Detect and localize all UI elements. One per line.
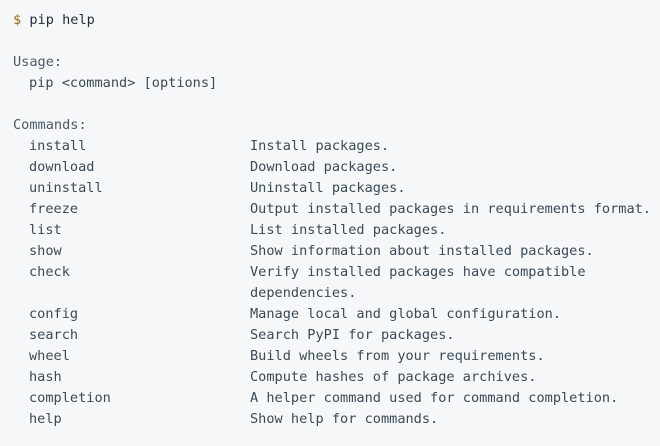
- command-name: freeze: [29, 201, 79, 217]
- command-description: Uninstall packages.: [250, 180, 406, 196]
- command-description: Build wheels from your requirements.: [250, 348, 545, 364]
- command-description: Install packages.: [250, 138, 390, 154]
- usage-heading: Usage:: [13, 54, 63, 70]
- command-description-continuation: dependencies.: [250, 285, 357, 301]
- prompt-symbol: $: [13, 12, 22, 28]
- command-name: uninstall: [29, 180, 103, 196]
- usage-syntax: pip <command> [options]: [29, 75, 218, 91]
- prompt-line: $ pip help: [13, 10, 647, 31]
- command-row-search: search Search PyPI for packages.: [13, 325, 647, 346]
- typed-command: pip help: [29, 12, 95, 28]
- command-row-show: show Show information about installed pa…: [13, 241, 647, 262]
- commands-heading: Commands:: [13, 117, 87, 133]
- command-description: Show help for commands.: [250, 411, 439, 427]
- command-description: A helper command used for command comple…: [250, 390, 619, 406]
- command-description: Show information about installed package…: [250, 243, 594, 259]
- commands-list: install Install packages. download Downl…: [13, 136, 651, 430]
- command-row-help: help Show help for commands.: [13, 409, 647, 430]
- command-row-list: list List installed packages.: [13, 220, 647, 241]
- command-row-completion: completion A helper command used for com…: [13, 388, 647, 409]
- command-name: help: [29, 411, 62, 427]
- command-row-download: download Download packages.: [13, 157, 647, 178]
- command-row-uninstall: uninstall Uninstall packages.: [13, 178, 647, 199]
- command-description-line: Verify installed packages have compatibl…: [250, 264, 586, 280]
- command-description: Compute hashes of package archives.: [250, 369, 537, 385]
- command-name: list: [29, 222, 62, 238]
- command-row-hash: hash Compute hashes of package archives.: [13, 367, 647, 388]
- command-row-install: install Install packages.: [13, 136, 647, 157]
- command-description: Output installed packages in requirement…: [250, 201, 652, 217]
- command-name: show: [29, 243, 62, 259]
- terminal-output: $ pip help Usage: pip <command> [options…: [0, 0, 660, 446]
- command-name: wheel: [29, 348, 70, 364]
- command-row-wheel: wheel Build wheels from your requirement…: [13, 346, 647, 367]
- command-name: hash: [29, 369, 62, 385]
- command-name: check: [29, 264, 70, 280]
- command-description: Search PyPI for packages.: [250, 327, 455, 343]
- command-description: Manage local and global configuration.: [250, 306, 561, 322]
- command-name: config: [29, 306, 79, 322]
- command-description: List installed packages.: [250, 222, 447, 238]
- command-name: completion: [29, 390, 111, 406]
- command-description: Verify installed packages have compatibl…: [250, 262, 647, 304]
- command-name: search: [29, 327, 79, 343]
- command-name: download: [29, 159, 95, 175]
- command-row-config: config Manage local and global configura…: [13, 304, 647, 325]
- command-description: Download packages.: [250, 159, 398, 175]
- command-row-freeze: freeze Output installed packages in requ…: [13, 199, 651, 220]
- command-row-check: check Verify installed packages have com…: [13, 262, 647, 304]
- command-name: install: [29, 138, 87, 154]
